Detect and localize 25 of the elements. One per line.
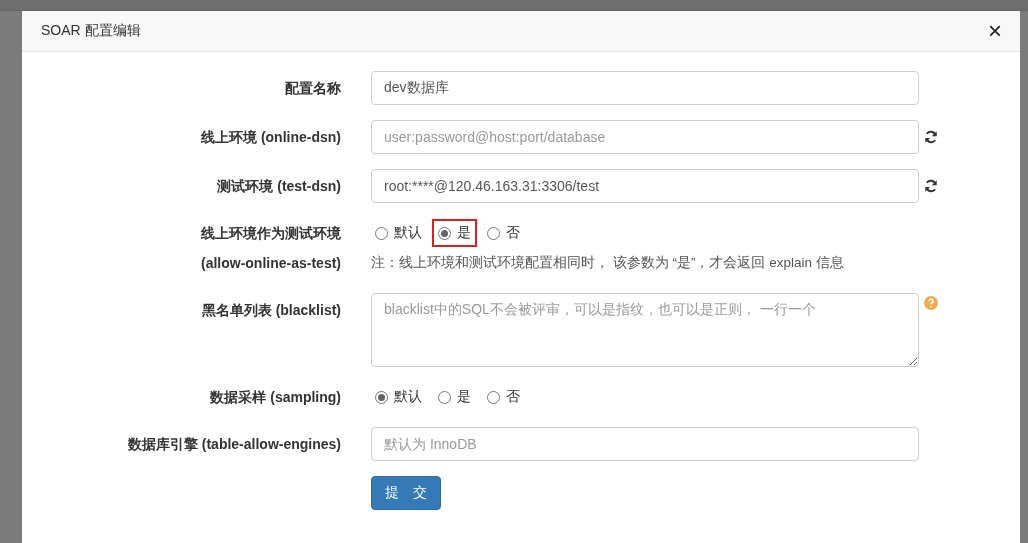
radio-option[interactable]: 默认 <box>369 383 428 411</box>
input-field[interactable]: blacklist中的SQL不会被评审，可以是指纹，也可以是正则， 一行一个 <box>371 293 919 367</box>
field-label: 线上环境 (online-dsn) <box>201 128 341 147</box>
refresh-icon[interactable] <box>924 179 938 193</box>
refresh-icon[interactable] <box>924 130 938 144</box>
field-label: 数据库引擎 (table-allow-engines) <box>127 435 341 454</box>
field-label: 线上环境作为测试环境 <box>201 224 341 243</box>
submit-button[interactable]: 提 交 <box>371 476 441 510</box>
field-note: 注：线上环境和测试环境配置相同时， 该参数为 “是”，才会返回 explain 信息 <box>371 254 845 272</box>
field-label: 配置名称 <box>285 79 341 98</box>
highlighted-radio-option[interactable]: 是 <box>432 219 477 247</box>
radio-option[interactable]: 否 <box>481 383 526 411</box>
dialog-title: SOAR 配置编辑 <box>41 22 141 40</box>
field-label: 黑名单列表 (blacklist) <box>201 301 341 320</box>
close-button[interactable]: × <box>988 19 1002 43</box>
input-field[interactable]: user:password@host:port/database <box>371 120 919 154</box>
input-field[interactable]: dev数据库 <box>371 71 919 105</box>
field-label: 测试环境 (test-dsn) <box>217 177 341 196</box>
radio-option[interactable]: 默认 <box>369 219 428 247</box>
input-field[interactable]: 默认为 InnoDB <box>371 427 919 461</box>
field-label: (allow-online-as-test) <box>201 254 341 273</box>
radio-option[interactable]: 否 <box>481 219 526 247</box>
input-field[interactable]: root:****@120.46.163.31:3306/test <box>371 169 919 203</box>
field-label: 数据采样 (sampling) <box>210 388 341 407</box>
radio-option[interactable]: 是 <box>432 383 477 411</box>
